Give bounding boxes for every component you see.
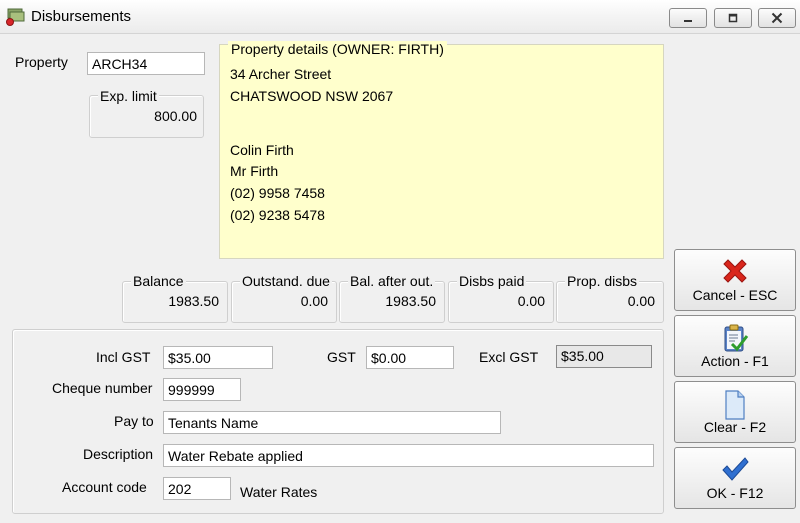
maximize-button[interactable] [714,8,752,28]
description-label: Description [83,446,154,462]
property-label: Property [15,54,68,70]
disbs-paid-value: 0.00 [517,293,545,309]
maximize-icon [728,13,738,23]
balance-after-outstanding-value: 1983.50 [385,293,436,309]
prop-disbs-group: Prop. disbs 0.00 [556,273,664,323]
red-x-icon [723,259,747,283]
property-details-caption: Property details (OWNER: FIRTH) [228,41,447,57]
action-button-label: Action - F1 [701,353,769,369]
close-icon [771,12,783,24]
minimize-icon [684,20,692,22]
blank-document-icon [725,390,745,420]
cheque-number-field[interactable]: 999999 [163,378,241,401]
balance-group: Balance 1983.50 [122,273,228,323]
details-phone-2: (02) 9238 5478 [230,207,325,223]
excl-gst-field: $35.00 [556,345,652,368]
disbursement-app-icon [5,8,25,26]
close-button[interactable] [758,8,796,28]
action-button[interactable]: Action - F1 [674,315,796,377]
account-code-field[interactable]: 202 [163,477,231,500]
pay-to-field[interactable]: Tenants Name [163,411,501,434]
pay-to-label: Pay to [114,413,154,429]
incl-gst-field[interactable]: $35.00 [163,346,273,369]
details-owner-salutation: Mr Firth [230,163,279,179]
outstanding-due-label: Outstand. due [240,273,332,289]
prop-disbs-value: 0.00 [627,293,655,309]
excl-gst-label: Excl GST [479,349,539,365]
incl-gst-label: Incl GST [96,349,151,365]
disbs-paid-label: Disbs paid [457,273,527,289]
exp-limit-group: Exp. limit 800.00 [89,88,204,138]
disbs-paid-group: Disbs paid 0.00 [448,273,554,323]
checkmark-icon [722,457,749,481]
clear-button-label: Clear - F2 [703,419,767,435]
minimize-button[interactable] [669,8,707,28]
details-owner-name: Colin Firth [230,142,294,158]
gst-field[interactable]: $0.00 [366,346,454,369]
clipboard-check-icon [724,324,749,352]
ok-button-label: OK - F12 [706,485,764,501]
clear-button[interactable]: Clear - F2 [674,381,796,443]
details-suburb-line: CHATSWOOD NSW 2067 [230,88,394,104]
exp-limit-label: Exp. limit [98,88,159,104]
details-phone-1: (02) 9958 7458 [230,185,325,201]
cheque-number-label: Cheque number [52,380,153,396]
outstanding-due-group: Outstand. due 0.00 [231,273,337,323]
ok-button[interactable]: OK - F12 [674,447,796,509]
details-address-line: 34 Archer Street [230,66,332,82]
exp-limit-value: 800.00 [154,108,197,124]
balance-after-outstanding-group: Bal. after out. 1983.50 [339,273,445,323]
property-code-field[interactable]: ARCH34 [87,52,205,75]
outstanding-due-value: 0.00 [300,293,328,309]
window-title: Disbursements [31,8,132,25]
gst-label: GST [327,349,356,365]
balance-after-outstanding-label: Bal. after out. [348,273,436,289]
cancel-button-label: Cancel - ESC [692,287,778,303]
balance-value: 1983.50 [168,293,219,309]
description-field[interactable]: Water Rebate applied [163,444,654,467]
property-details-panel: Property details (OWNER: FIRTH) 34 Arche… [219,41,664,259]
cancel-button[interactable]: Cancel - ESC [674,249,796,311]
prop-disbs-label: Prop. disbs [565,273,640,289]
balance-label: Balance [131,273,186,289]
title-bar: Disbursements [0,0,800,34]
account-code-label: Account code [62,479,147,495]
account-name: Water Rates [240,484,318,500]
